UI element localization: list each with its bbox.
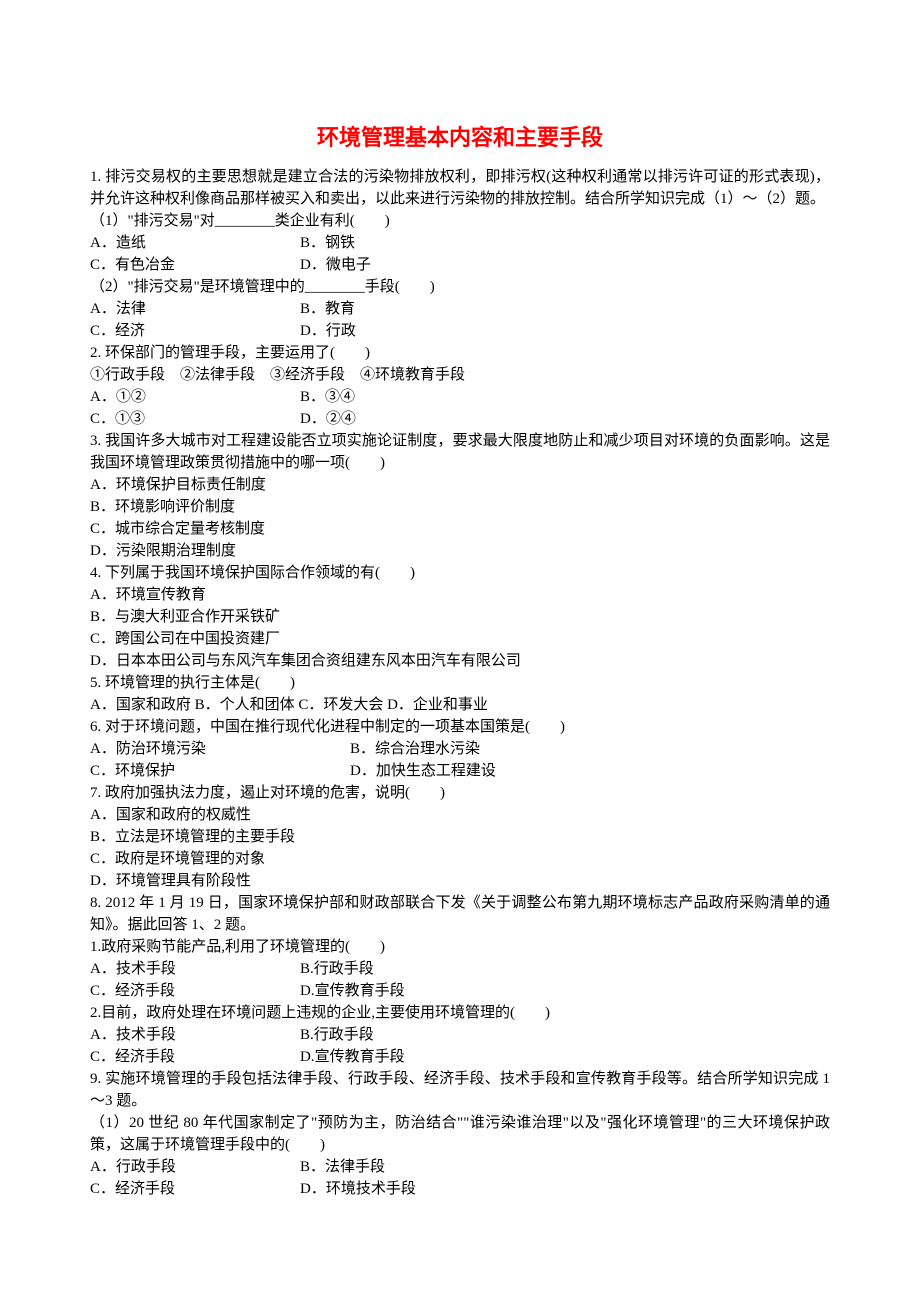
option-d: D．环境管理具有阶段性 (90, 870, 830, 892)
options: C．经济 D．行政 (90, 320, 830, 342)
q-num: 2. (90, 345, 101, 361)
options: C．经济手段 D.宣传教育手段 (90, 980, 830, 1002)
options: A．技术手段 B.行政手段 (90, 1024, 830, 1046)
option-b: B．与澳大利亚合作开采铁矿 (90, 606, 830, 628)
options: A．行政手段 B．法律手段 (90, 1156, 830, 1178)
option-c: C．环境保护 (90, 760, 350, 782)
question-8-2: 2.目前，政府处理在环境问题上违规的企业,主要使用环境管理的( ) (90, 1002, 830, 1024)
option-a: A．技术手段 (90, 958, 300, 980)
q-stem: 对于环境问题，中国在推行现代化进程中制定的一项基本国策是( ) (105, 719, 565, 735)
option-c: C．城市综合定量考核制度 (90, 518, 830, 540)
page-title: 环境管理基本内容和主要手段 (90, 120, 830, 152)
question-5: 5. 环境管理的执行主体是( ) (90, 672, 830, 694)
q-stem: 政府加强执法力度，遏止对环境的危害，说明( ) (105, 785, 445, 801)
option-b: B．钢铁 (300, 232, 355, 254)
option-d: D．日本本田公司与东风汽车集团合资组建东风本田汽车有限公司 (90, 650, 830, 672)
question-2: 2. 环保部门的管理手段，主要运用了( ) (90, 342, 830, 364)
question-8-1: 1.政府采购节能产品,利用了环境管理的( ) (90, 936, 830, 958)
options: A．国家和政府 B．个人和团体 C．环发大会 D．企业和事业 (90, 694, 830, 716)
question-9: 9. 实施环境管理的手段包括法律手段、行政手段、经济手段、技术手段和宣传教育手段… (90, 1068, 830, 1112)
option-a: A．行政手段 (90, 1156, 300, 1178)
option-b: B．法律手段 (300, 1156, 385, 1178)
option-a: A．环境保护目标责任制度 (90, 474, 830, 496)
q-num: 9. (90, 1071, 101, 1087)
option-a: A．环境宣传教育 (90, 584, 830, 606)
option-d: D．行政 (300, 320, 356, 342)
document-page: 环境管理基本内容和主要手段 1. 排污交易权的主要思想就是建立合法的污染物排放权… (0, 0, 920, 1302)
option-d: D．环境技术手段 (300, 1178, 416, 1200)
option-a: A．法律 (90, 298, 300, 320)
options: A．技术手段 B.行政手段 (90, 958, 830, 980)
options: A．①② B．③④ (90, 386, 830, 408)
options: C．环境保护 D．加快生态工程建设 (90, 760, 830, 782)
q-num: 4. (90, 565, 101, 581)
option-c: C．跨国公司在中国投资建厂 (90, 628, 830, 650)
q-num: 8. (90, 895, 101, 911)
option-a: A．技术手段 (90, 1024, 300, 1046)
q-num: 5. (90, 675, 101, 691)
options: C．经济手段 D.宣传教育手段 (90, 1046, 830, 1068)
option-a: A．国家和政府的权威性 (90, 804, 830, 826)
option-d: D．②④ (300, 408, 356, 430)
options: A．防治环境污染 B．综合治理水污染 (90, 738, 830, 760)
option-b: B．环境影响评价制度 (90, 496, 830, 518)
option-b: B．综合治理水污染 (350, 738, 480, 760)
options: C．经济手段 D．环境技术手段 (90, 1178, 830, 1200)
option-c: C．政府是环境管理的对象 (90, 848, 830, 870)
q-stem: 实施环境管理的手段包括法律手段、行政手段、经济手段、技术手段和宣传教育手段等。结… (90, 1071, 830, 1109)
option-a: A．造纸 (90, 232, 300, 254)
option-a: A．①② (90, 386, 300, 408)
question-1-1: （1）"排污交易"对________类企业有利( ) (90, 210, 830, 232)
q-stem: 环保部门的管理手段，主要运用了( ) (105, 345, 370, 361)
question-9-1: （1）20 世纪 80 年代国家制定了"预防为主，防治结合""谁污染谁治理"以及… (90, 1112, 830, 1156)
q-stem: 排污交易权的主要思想就是建立合法的污染物排放权利，即排污权(这种权利通常以排污许… (90, 169, 830, 207)
q-num: 6. (90, 719, 101, 735)
option-c: C．经济手段 (90, 1046, 300, 1068)
q-stem: 环境管理的执行主体是( ) (105, 675, 295, 691)
question-4: 4. 下列属于我国环境保护国际合作领域的有( ) (90, 562, 830, 584)
question-7: 7. 政府加强执法力度，遏止对环境的危害，说明( ) (90, 782, 830, 804)
option-d: D.宣传教育手段 (300, 980, 405, 1002)
question-8: 8. 2012 年 1 月 19 日，国家环境保护部和财政部联合下发《关于调整公… (90, 892, 830, 936)
option-c: C．经济手段 (90, 980, 300, 1002)
document-body: 1. 排污交易权的主要思想就是建立合法的污染物排放权利，即排污权(这种权利通常以… (90, 166, 830, 1200)
options: A．法律 B．教育 (90, 298, 830, 320)
option-b: B．立法是环境管理的主要手段 (90, 826, 830, 848)
q-num: 3. (90, 433, 101, 449)
option-b: B．教育 (300, 298, 355, 320)
option-d: D．微电子 (300, 254, 371, 276)
options: C．有色冶金 D．微电子 (90, 254, 830, 276)
q-stem: 下列属于我国环境保护国际合作领域的有( ) (105, 565, 415, 581)
question-1-2: （2）"排污交易"是环境管理中的________手段( ) (90, 276, 830, 298)
question-2-line: ①行政手段 ②法律手段 ③经济手段 ④环境教育手段 (90, 364, 830, 386)
option-b: B.行政手段 (300, 958, 374, 980)
question-1: 1. 排污交易权的主要思想就是建立合法的污染物排放权利，即排污权(这种权利通常以… (90, 166, 830, 210)
question-3: 3. 我国许多大城市对工程建设能否立项实施论证制度，要求最大限度地防止和减少项目… (90, 430, 830, 474)
option-b: B．③④ (300, 386, 355, 408)
option-c: C．有色冶金 (90, 254, 300, 276)
option-a: A．防治环境污染 (90, 738, 350, 760)
option-c: C．①③ (90, 408, 300, 430)
options: A．造纸 B．钢铁 (90, 232, 830, 254)
q-num: 7. (90, 785, 101, 801)
q-stem: 我国许多大城市对工程建设能否立项实施论证制度，要求最大限度地防止和减少项目对环境… (90, 433, 830, 471)
option-d: D．污染限期治理制度 (90, 540, 830, 562)
option-c: C．经济 (90, 320, 300, 342)
question-6: 6. 对于环境问题，中国在推行现代化进程中制定的一项基本国策是( ) (90, 716, 830, 738)
q-num: 1. (90, 169, 101, 185)
option-d: D．加快生态工程建设 (350, 760, 496, 782)
options: C．①③ D．②④ (90, 408, 830, 430)
option-c: C．经济手段 (90, 1178, 300, 1200)
option-b: B.行政手段 (300, 1024, 374, 1046)
q-stem: 2012 年 1 月 19 日，国家环境保护部和财政部联合下发《关于调整公布第九… (90, 895, 830, 933)
option-d: D.宣传教育手段 (300, 1046, 405, 1068)
